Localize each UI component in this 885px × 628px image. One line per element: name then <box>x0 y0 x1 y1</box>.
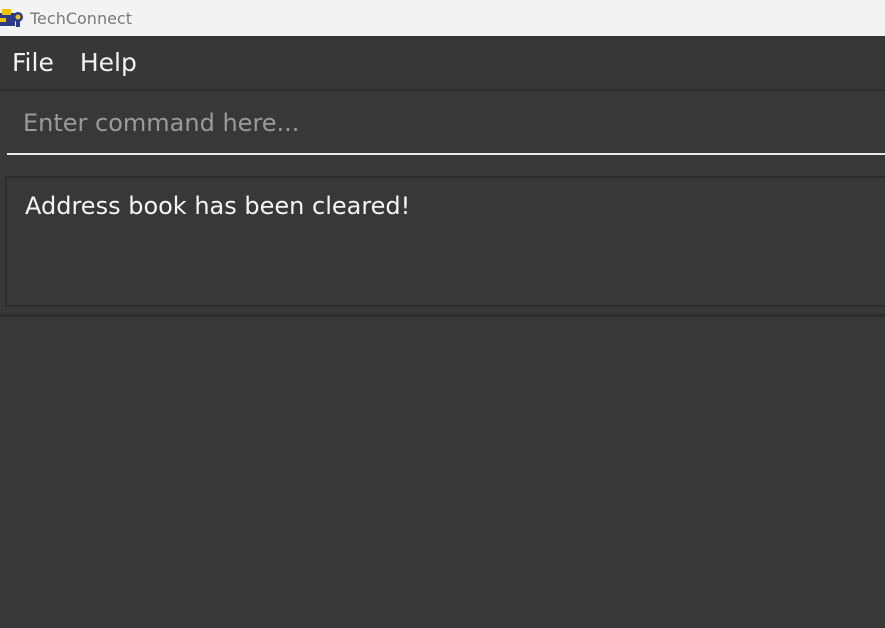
command-box <box>0 90 885 165</box>
title-bar: TechConnect <box>0 0 885 36</box>
window-title: TechConnect <box>30 8 132 28</box>
menu-help[interactable]: Help <box>68 48 149 77</box>
command-input[interactable] <box>7 92 885 155</box>
person-list-panel <box>0 317 885 628</box>
menu-file[interactable]: File <box>0 48 68 77</box>
app-window: TechConnect File Help Address book has b… <box>0 0 885 628</box>
result-display: Address book has been cleared! <box>5 176 885 307</box>
app-logo-icon <box>0 6 24 30</box>
result-message: Address book has been cleared! <box>25 192 411 220</box>
menu-bar: File Help <box>0 36 885 90</box>
